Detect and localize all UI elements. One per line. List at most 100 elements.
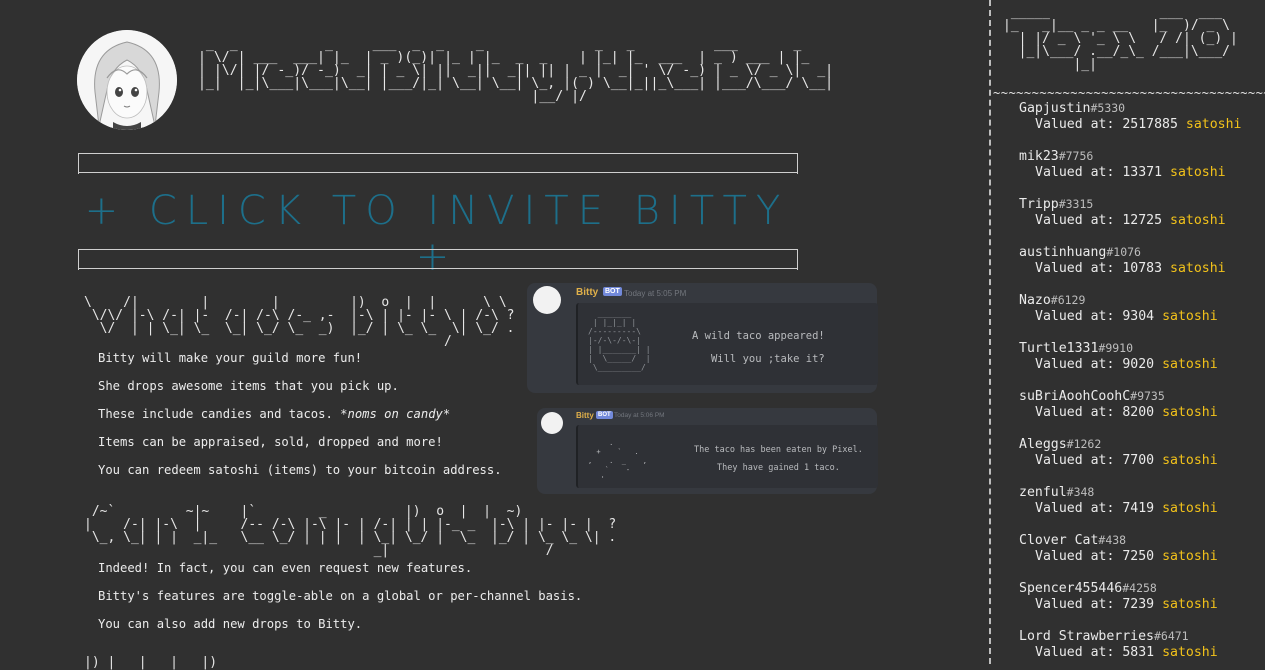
value-label: Valued at: xyxy=(1035,549,1115,564)
divider xyxy=(78,153,798,174)
bitty-avatar xyxy=(77,30,177,130)
user-name: Lord Strawberries xyxy=(1019,629,1154,644)
value-amount: 2517885 xyxy=(1122,117,1178,132)
value-unit: satoshi xyxy=(1162,645,1218,660)
user-tag: #6129 xyxy=(1050,293,1086,307)
bot-avatar-icon xyxy=(541,412,563,434)
leaderboard-entry: Turtle1331#9910 Valued at: 9020 satoshi xyxy=(1019,340,1241,388)
value-label: Valued at: xyxy=(1035,309,1115,324)
value-amount: 5831 xyxy=(1122,645,1155,660)
user-name: Clover Cat xyxy=(1019,533,1099,548)
value-amount: 7700 xyxy=(1122,453,1155,468)
bot-name: Bitty xyxy=(576,411,594,420)
value-unit: satoshi xyxy=(1170,213,1226,228)
user-name: austinhuang xyxy=(1019,245,1107,260)
value-label: Valued at: xyxy=(1035,453,1115,468)
leaderboard-separator: ~~~~~~~~~~~~~~~~~~~~~~~~~~~~~~~~~~~~~~~~… xyxy=(993,86,1265,100)
user-tag: #6471 xyxy=(1153,629,1189,643)
leaderboard-entry: Lord Strawberries#6471 Valued at: 5831 sa… xyxy=(1019,628,1241,664)
user-tag: #438 xyxy=(1098,533,1127,547)
leaderboard-list: Gapjustin#5330 Valued at: 2517885 satoshi… xyxy=(1019,100,1241,664)
user-tag: #5330 xyxy=(1090,101,1126,115)
user-name: Spencer455446 xyxy=(1019,581,1123,596)
value-unit: satoshi xyxy=(1162,453,1218,468)
divider xyxy=(78,249,798,270)
value-amount: 8200 xyxy=(1122,405,1155,420)
list-item: You can redeem satoshi (items) to your b… xyxy=(98,463,502,477)
user-tag: #7756 xyxy=(1058,149,1094,163)
bot-avatar-icon xyxy=(533,286,561,314)
message-embed: . + ` . , . _ , ` - ' The taco has been … xyxy=(576,425,878,488)
bot-badge: BOT xyxy=(596,411,613,419)
bot-badge: BOT xyxy=(603,287,622,296)
value-label: Valued at: xyxy=(1035,213,1115,228)
message-embed: _______ | |_|_| | /---------\ |-/-\-/-\-… xyxy=(576,303,878,385)
value-label: Valued at: xyxy=(1035,405,1115,420)
value-label: Valued at: xyxy=(1035,501,1115,516)
message-text: The taco has been eaten by Pixel. They h… xyxy=(694,445,863,473)
user-name: Aleggs xyxy=(1019,437,1067,452)
message-timestamp: Today at 5:06 PM xyxy=(614,412,665,419)
user-tag: #348 xyxy=(1066,485,1095,499)
value-unit: satoshi xyxy=(1185,117,1242,132)
message-timestamp: Today at 5:05 PM xyxy=(624,289,687,298)
user-tag: #9735 xyxy=(1130,389,1165,403)
user-tag: #4258 xyxy=(1122,581,1157,595)
leaderboard-entry: Gapjustin#5330 Valued at: 2517885 satoshi xyxy=(1019,100,1241,148)
leaderboard-entry: mik23#7756 Valued at: 13371 satoshi xyxy=(1019,148,1241,196)
bot-name: Bitty xyxy=(576,287,599,298)
leaderboard-entry: Tripp#3315 Valued at: 12725 satoshi xyxy=(1019,196,1241,244)
value-amount: 9020 xyxy=(1122,357,1155,372)
sparkle-art: . + ` . , . _ , ` - ' xyxy=(588,439,648,483)
user-name: Gapjustin xyxy=(1019,101,1091,116)
page-title: _ _ _ ___ _ _ _ _ _ ___ _ | \/ | ___ ___… xyxy=(197,37,834,104)
value-amount: 10783 xyxy=(1122,261,1163,276)
leaderboard-sidebar[interactable]: _____ ___ ___ |_ _|__ _ _ __ |_ )/ _ \ |… xyxy=(983,0,1265,664)
leaderboard-entry: Clover Cat#438 Valued at: 7250 satoshi xyxy=(1019,532,1241,580)
leaderboard-entry: Nazo#6129 Valued at: 9304 satoshi xyxy=(1019,292,1241,340)
leaderboard-entry: zenful#348 Valued at: 7419 satoshi xyxy=(1019,484,1241,532)
leaderboard-entry: Spencer455446#4258 Valued at: 7239 satosh… xyxy=(1019,580,1241,628)
user-name: Turtle1331 xyxy=(1019,341,1099,356)
taco-art: _______ | |_|_| | /---------\ |-/-\-/-\-… xyxy=(588,309,651,372)
discord-message-card: Bitty BOT Today at 5:05 PM _______ | |_|… xyxy=(527,283,878,393)
config-list: Indeed! In fact, you can even request ne… xyxy=(98,554,582,638)
list-item: Bitty's features are toggle-able on a gl… xyxy=(98,589,583,603)
value-amount: 13371 xyxy=(1122,165,1163,180)
leaderboard-entry: austinhuang#1076 Valued at: 10783 satoshi xyxy=(1019,244,1241,292)
value-amount: 7239 xyxy=(1122,597,1155,612)
list-item: These include candies and tacos. *noms o… xyxy=(98,400,502,428)
list-item: She drops awesome items that you pick up… xyxy=(98,379,399,393)
value-amount: 7250 xyxy=(1122,549,1155,564)
list-item-text: These include candies and tacos. *noms o… xyxy=(98,407,451,421)
list-item: You can also add new drops to Bitty. xyxy=(98,617,363,631)
list-item: Indeed! In fact, you can even request ne… xyxy=(98,561,473,575)
user-name: Tripp xyxy=(1019,197,1059,212)
anime-girl-avatar-icon xyxy=(77,30,177,130)
value-unit: satoshi xyxy=(1162,405,1218,420)
value-amount: 12725 xyxy=(1122,213,1163,228)
section-heading-what: \ /| | | |) o | | \ \ \/\/ |-\ /-| |- /-… xyxy=(84,295,515,349)
user-name: Nazo xyxy=(1019,293,1051,308)
user-tag: #9910 xyxy=(1098,341,1134,355)
value-label: Valued at: xyxy=(1035,261,1115,276)
value-label: Valued at: xyxy=(1035,165,1115,180)
user-tag: #1262 xyxy=(1066,437,1102,451)
leaderboard-title: _____ ___ ___ |_ _|__ _ _ __ |_ )/ _ \ |… xyxy=(1003,5,1238,72)
list-item: Bitty will make your guild more fun! xyxy=(98,351,363,365)
section-heading-more: |) | | | |) xyxy=(84,655,218,670)
section-heading-config: /~` ~|~ |` _ |) o | | ~) | /-| |-\ | /--… xyxy=(84,504,617,558)
discord-message-card: Bitty BOT Today at 5:06 PM . + ` . , . _… xyxy=(537,408,878,494)
value-unit: satoshi xyxy=(1162,357,1218,372)
message-text: A wild taco appeared! Will you ;take it? xyxy=(692,330,825,365)
value-label: Valued at: xyxy=(1035,597,1115,612)
user-name: zenful xyxy=(1019,485,1067,500)
user-tag: #3315 xyxy=(1058,197,1094,211)
value-unit: satoshi xyxy=(1162,501,1218,516)
feature-list: Bitty will make your guild more fun! She… xyxy=(98,344,502,484)
list-item: Items can be appraised, sold, dropped an… xyxy=(98,435,443,449)
value-label: Valued at: xyxy=(1035,645,1115,660)
value-label: Valued at: xyxy=(1035,117,1115,132)
leaderboard-entry: Aleggs#1262 Valued at: 7700 satoshi xyxy=(1019,436,1241,484)
value-amount: 7419 xyxy=(1122,501,1155,516)
